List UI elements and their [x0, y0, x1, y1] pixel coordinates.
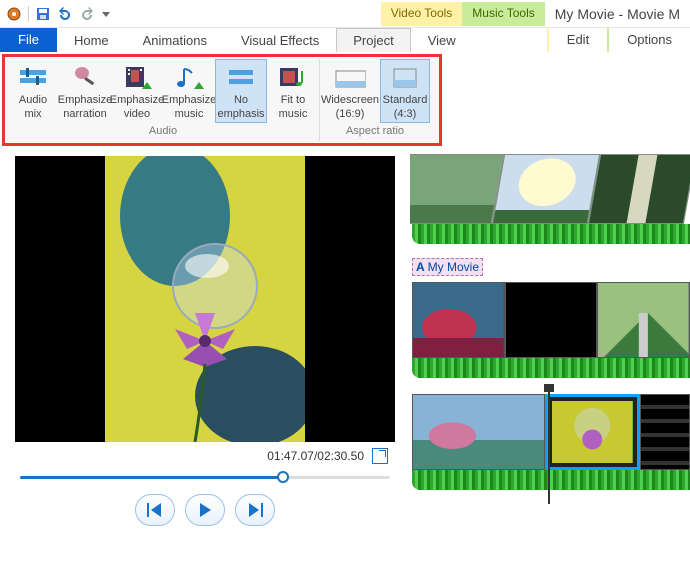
standard-ratio-icon [389, 64, 421, 92]
film-up-icon [121, 64, 153, 92]
fullscreen-icon[interactable] [372, 448, 388, 464]
clip-thumb[interactable] [410, 154, 504, 224]
ribbon-project: Audio mix Emphasize narration Emphasize … [7, 59, 437, 141]
undo-icon[interactable] [57, 6, 73, 22]
seek-bar[interactable] [20, 470, 390, 484]
save-icon[interactable] [35, 6, 51, 22]
context-tab-music-tools[interactable]: Music Tools [462, 2, 544, 26]
context-tab-video-tools[interactable]: Video Tools [381, 2, 463, 26]
microphone-icon [69, 64, 101, 92]
label: Audio [19, 94, 47, 106]
widescreen-button[interactable]: Widescreen (16:9) [320, 59, 380, 123]
preview-frame [105, 156, 305, 442]
clip-thumb[interactable] [412, 394, 545, 470]
audio-waveform [412, 358, 690, 378]
timeline-panel: A My Movie [410, 150, 690, 532]
caption-marker[interactable]: A My Movie [412, 258, 483, 276]
time-elapsed: 01:47.07/02:30.50 [267, 449, 364, 463]
playback-controls [8, 494, 402, 526]
group-label-aspect: Aspect ratio [320, 123, 430, 141]
tab-edit[interactable]: Edit [547, 28, 607, 52]
contextual-tabs: Video Tools Music Tools [381, 2, 545, 26]
label: (4:3) [394, 108, 417, 120]
label: Standard [383, 94, 428, 106]
video-preview[interactable] [15, 156, 395, 442]
dropdown-icon[interactable] [101, 6, 111, 22]
clip-thumb[interactable] [505, 282, 598, 358]
fit-to-music-button[interactable]: Fit to music [267, 59, 319, 123]
audio-waveform [412, 470, 690, 490]
audio-mix-button[interactable]: Audio mix [7, 59, 59, 123]
mixer-icon [17, 64, 49, 92]
label: emphasis [217, 108, 264, 120]
label: (16:9) [336, 108, 365, 120]
label: No [234, 94, 248, 106]
ribbon-highlight-box: Audio mix Emphasize narration Emphasize … [2, 54, 442, 146]
text-a-icon: A [416, 260, 425, 274]
equal-bars-icon [225, 64, 257, 92]
ribbon-group-audio: Audio mix Emphasize narration Emphasize … [7, 59, 320, 141]
tab-project[interactable]: Project [336, 28, 410, 52]
label: Widescreen [321, 94, 379, 106]
standard-button[interactable]: Standard (4:3) [380, 59, 430, 123]
film-music-icon [277, 64, 309, 92]
main-area: 01:47.07/02:30.50 [0, 150, 690, 532]
label: Emphasize [162, 94, 216, 106]
ribbon-tabs: File Home Animations Visual Effects Proj… [0, 28, 690, 52]
label: Emphasize [110, 94, 164, 106]
no-emphasis-button[interactable]: No emphasis [215, 59, 267, 123]
timeline-row-3[interactable] [412, 394, 690, 490]
label: music [175, 108, 204, 120]
label: Fit to [281, 94, 305, 106]
play-button[interactable] [185, 494, 225, 526]
clip-thumb-transition[interactable] [640, 394, 690, 470]
clip-thumb[interactable] [492, 154, 600, 224]
clip-thumb[interactable] [412, 282, 505, 358]
playhead[interactable] [548, 388, 550, 504]
label: narration [63, 108, 106, 120]
tab-view[interactable]: View [411, 28, 473, 52]
group-label-audio: Audio [7, 123, 319, 141]
label: mix [24, 108, 41, 120]
clip-thumb-selected[interactable] [545, 394, 640, 470]
tab-visual-effects[interactable]: Visual Effects [224, 28, 336, 52]
clip-thumb[interactable] [597, 282, 690, 358]
tab-animations[interactable]: Animations [126, 28, 224, 52]
seek-thumb[interactable] [277, 471, 289, 483]
seek-fill [20, 476, 283, 479]
tab-file[interactable]: File [0, 28, 57, 52]
label: music [279, 108, 308, 120]
preview-panel: 01:47.07/02:30.50 [0, 150, 410, 532]
music-note-up-icon [173, 64, 205, 92]
redo-icon[interactable] [79, 6, 95, 22]
window-title: My Movie - Movie M [545, 6, 690, 22]
tab-options[interactable]: Options [607, 28, 690, 52]
next-frame-button[interactable] [235, 494, 275, 526]
emphasize-video-button[interactable]: Emphasize video [111, 59, 163, 123]
emphasize-narration-button[interactable]: Emphasize narration [59, 59, 111, 123]
label: Emphasize [58, 94, 112, 106]
widescreen-icon [334, 64, 366, 92]
quick-access-toolbar [0, 6, 117, 22]
ribbon-group-aspect-ratio: Widescreen (16:9) Standard (4:3) Aspect … [320, 59, 430, 141]
clip-thumb[interactable] [588, 154, 690, 224]
timeline-row-1[interactable]: A My Movie [412, 154, 690, 266]
prev-frame-button[interactable] [135, 494, 175, 526]
caption-text: My Movie [428, 260, 479, 274]
emphasize-music-button[interactable]: Emphasize music [163, 59, 215, 123]
title-bar: Video Tools Music Tools My Movie - Movie… [0, 0, 690, 28]
app-icon [6, 6, 22, 22]
timeline-row-2[interactable] [412, 282, 690, 378]
audio-waveform [412, 224, 690, 244]
separator [28, 6, 29, 22]
tab-home[interactable]: Home [57, 28, 126, 52]
time-display-row: 01:47.07/02:30.50 [8, 448, 402, 464]
label: video [124, 108, 150, 120]
